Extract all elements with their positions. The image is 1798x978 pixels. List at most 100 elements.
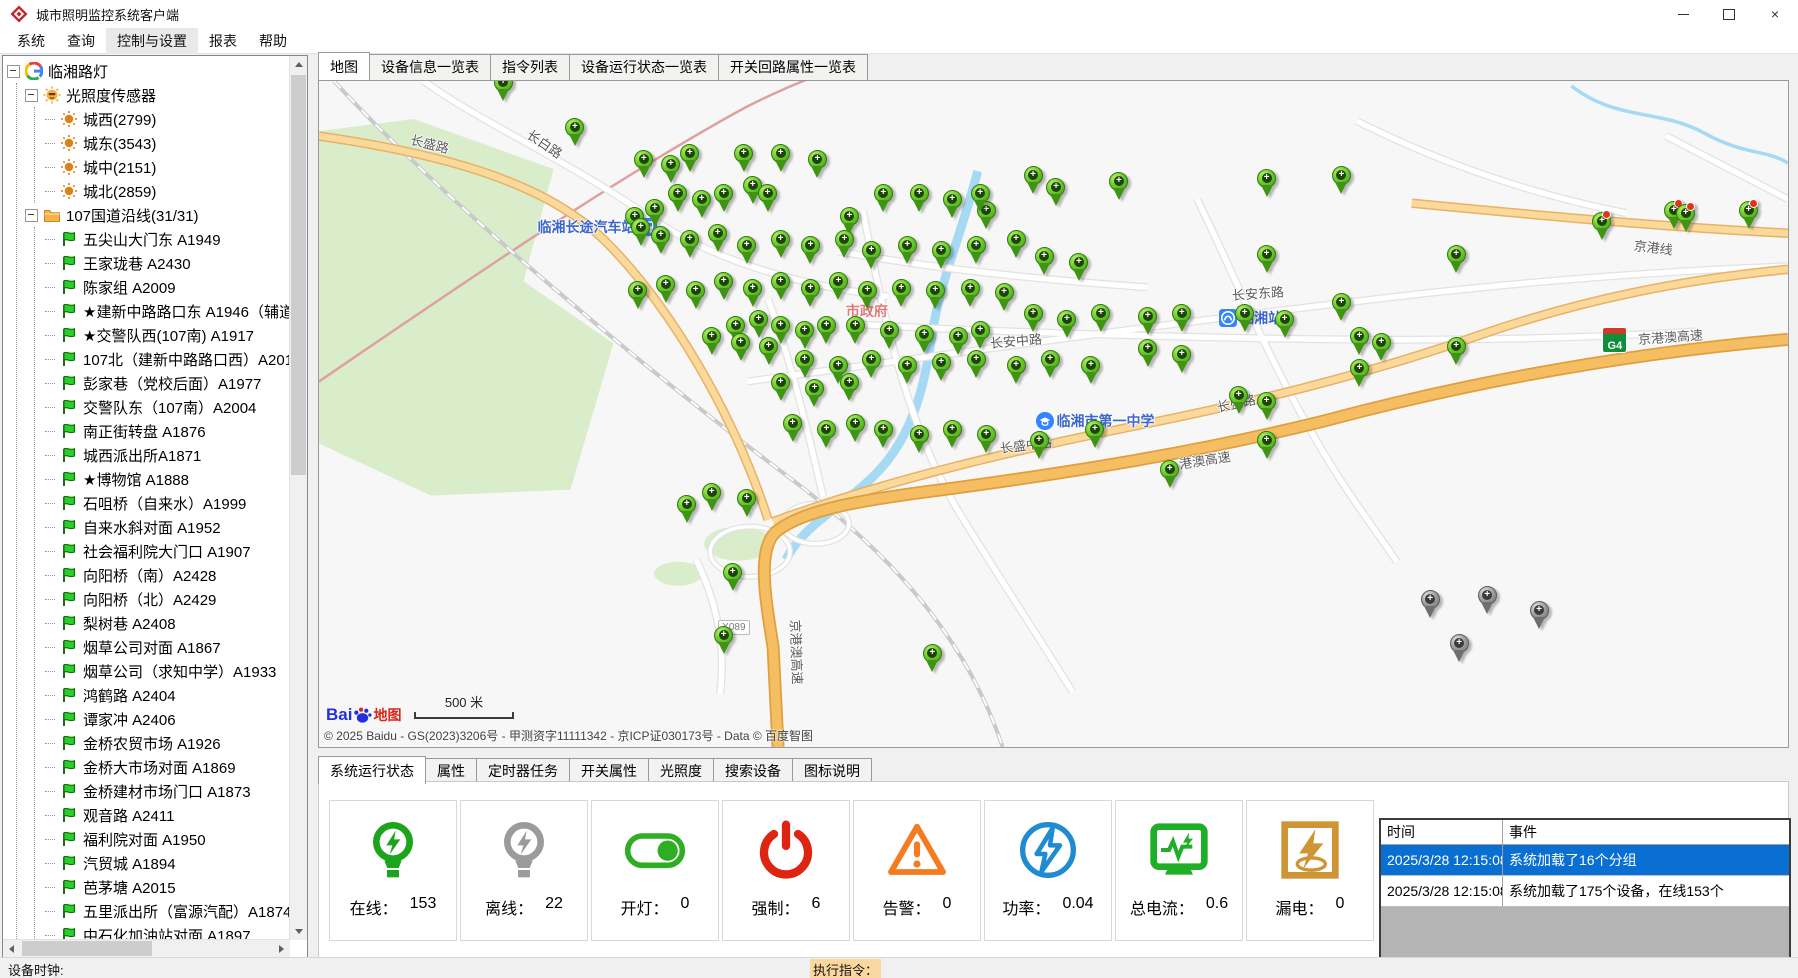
main-tab-1[interactable]: 设备信息一览表 — [369, 54, 491, 80]
tree-item[interactable]: 城中(2151) — [35, 155, 290, 179]
tree-expander-icon[interactable] — [25, 89, 38, 102]
map-pin-online[interactable]: + — [1257, 169, 1276, 199]
map-pin-offline[interactable]: + — [1478, 586, 1497, 616]
tree-item[interactable]: 五尖山大门东 A1949 — [35, 227, 290, 251]
tree-item[interactable]: 汽贸城 A1894 — [35, 851, 290, 875]
map-pin-online[interactable]: + — [840, 373, 859, 403]
map-pin-online[interactable]: + — [977, 425, 996, 455]
map-pin-online[interactable]: + — [1372, 333, 1391, 363]
map-pin-online[interactable]: + — [1332, 166, 1351, 196]
map-pin-online[interactable]: + — [1081, 356, 1100, 386]
map-pin-alarm[interactable]: + — [1592, 212, 1611, 242]
map-pin-online[interactable]: + — [846, 316, 865, 346]
tree-item[interactable]: 交警队东（107南）A2004 — [35, 395, 290, 419]
maximize-button[interactable] — [1706, 0, 1752, 28]
map-pin-online[interactable]: + — [1046, 178, 1065, 208]
map-pin-online[interactable]: + — [801, 279, 820, 309]
map-pin-online[interactable]: + — [805, 379, 824, 409]
map-pin-online[interactable]: + — [1024, 304, 1043, 334]
tree-item[interactable]: 陈家组 A2009 — [35, 275, 290, 299]
tree-item[interactable]: 彭家巷（党校后面）A1977 — [35, 371, 290, 395]
map-pin-online[interactable]: + — [967, 236, 986, 266]
menu-item-1[interactable]: 查询 — [56, 28, 106, 54]
tree-group-0[interactable]: 光照度传感器 — [17, 83, 290, 107]
map-pin-online[interactable]: + — [898, 356, 917, 386]
map-pin-online[interactable]: + — [1138, 339, 1157, 369]
map-pin-online[interactable]: + — [967, 350, 986, 380]
tree-root[interactable]: 临湘路灯 — [7, 59, 290, 83]
tree-expander-icon[interactable] — [25, 209, 38, 222]
map-pin-online[interactable]: + — [858, 281, 877, 311]
map-pin-online[interactable]: + — [714, 184, 733, 214]
event-row[interactable]: 2025/3/28 12:15:08系统加载了16个分组 — [1381, 845, 1789, 876]
tree-item[interactable]: 自来水斜对面 A1952 — [35, 515, 290, 539]
tree-item[interactable]: 中石化加油站对面 A1897 — [35, 923, 290, 940]
map-pin-online[interactable]: + — [1007, 230, 1026, 260]
map-pin-online[interactable]: + — [634, 150, 653, 180]
tree-item[interactable]: 城北(2859) — [35, 179, 290, 203]
tree-item[interactable]: 芭茅塘 A2015 — [35, 875, 290, 899]
map-pin-online[interactable]: + — [631, 218, 650, 248]
main-tab-4[interactable]: 开关回路属性一览表 — [718, 54, 868, 80]
map-pin-online[interactable]: + — [943, 420, 962, 450]
map-pin-online[interactable]: + — [702, 483, 721, 513]
map-pin-online[interactable]: + — [1069, 253, 1088, 283]
map-pin-online[interactable]: + — [829, 272, 848, 302]
map-pin-online[interactable]: + — [898, 236, 917, 266]
menu-item-3[interactable]: 报表 — [198, 28, 248, 54]
map-pin-online[interactable]: + — [771, 230, 790, 260]
map-pin-online[interactable]: + — [1138, 307, 1157, 337]
map-pin-online[interactable]: + — [949, 327, 968, 357]
map-pin-online[interactable]: + — [771, 272, 790, 302]
tree-item[interactable]: 金桥建材市场门口 A1873 — [35, 779, 290, 803]
map-pin-online[interactable]: + — [971, 321, 990, 351]
map-pin-online[interactable]: + — [1447, 337, 1466, 367]
map-pin-alarm[interactable]: + — [1676, 204, 1695, 234]
map-pin-online[interactable]: + — [1091, 304, 1110, 334]
map-pin-online[interactable]: + — [1350, 359, 1369, 389]
minimize-button[interactable] — [1660, 0, 1706, 28]
map-pin-online[interactable]: + — [862, 241, 881, 271]
close-button[interactable]: × — [1752, 0, 1798, 28]
tree-item[interactable]: 谭家冲 A2406 — [35, 707, 290, 731]
map-pin-online[interactable]: + — [680, 230, 699, 260]
map-pin-online[interactable]: + — [680, 144, 699, 174]
bottom-tab-0[interactable]: 系统运行状态 — [318, 756, 426, 784]
tree-item[interactable]: ★建新中路路口东 A1946（辅道灯） — [35, 299, 290, 323]
map-pin-online[interactable]: + — [494, 80, 513, 103]
map-pin-online[interactable]: + — [1257, 431, 1276, 461]
tree-item[interactable]: 向阳桥（南）A2428 — [35, 563, 290, 587]
map-pin-online[interactable]: + — [846, 414, 865, 444]
menu-item-2[interactable]: 控制与设置 — [106, 28, 198, 54]
map-pin-online[interactable]: + — [737, 236, 756, 266]
map-pin-online[interactable]: + — [835, 230, 854, 260]
map-pin-online[interactable]: + — [668, 184, 687, 214]
map-pin-online[interactable]: + — [971, 184, 990, 214]
map-pin-online[interactable]: + — [723, 563, 742, 593]
map-pin-online[interactable]: + — [1007, 356, 1026, 386]
map-pin-online[interactable]: + — [749, 310, 768, 340]
map-pin-online[interactable]: + — [1172, 345, 1191, 375]
tree-item[interactable]: 南正街转盘 A1876 — [35, 419, 290, 443]
map-pin-online[interactable]: + — [1257, 392, 1276, 422]
map-pin-online[interactable]: + — [771, 144, 790, 174]
map-pin-online[interactable]: + — [1332, 293, 1351, 323]
scroll-left-button[interactable] — [3, 940, 20, 957]
map-pin-online[interactable]: + — [1172, 304, 1191, 334]
map-pin-alarm[interactable]: + — [1739, 201, 1758, 231]
main-tab-3[interactable]: 设备运行状态一览表 — [569, 54, 719, 80]
map-pin-online[interactable]: + — [1024, 166, 1043, 196]
map-pin-online[interactable]: + — [874, 420, 893, 450]
map-pin-online[interactable]: + — [737, 489, 756, 519]
map-pin-online[interactable]: + — [874, 184, 893, 214]
map-pin-online[interactable]: + — [1109, 172, 1128, 202]
tree-horizontal-scrollbar[interactable] — [3, 939, 290, 957]
scroll-right-button[interactable] — [273, 940, 290, 957]
map-pin-online[interactable]: + — [759, 337, 778, 367]
scroll-up-button[interactable] — [290, 56, 307, 73]
tree-item[interactable]: 城西(2799) — [35, 107, 290, 131]
map-pin-online[interactable]: + — [915, 325, 934, 355]
tree-item[interactable]: 社会福利院大门口 A1907 — [35, 539, 290, 563]
tree-item[interactable]: 向阳桥（北）A2429 — [35, 587, 290, 611]
map-pin-online[interactable]: + — [1447, 245, 1466, 275]
